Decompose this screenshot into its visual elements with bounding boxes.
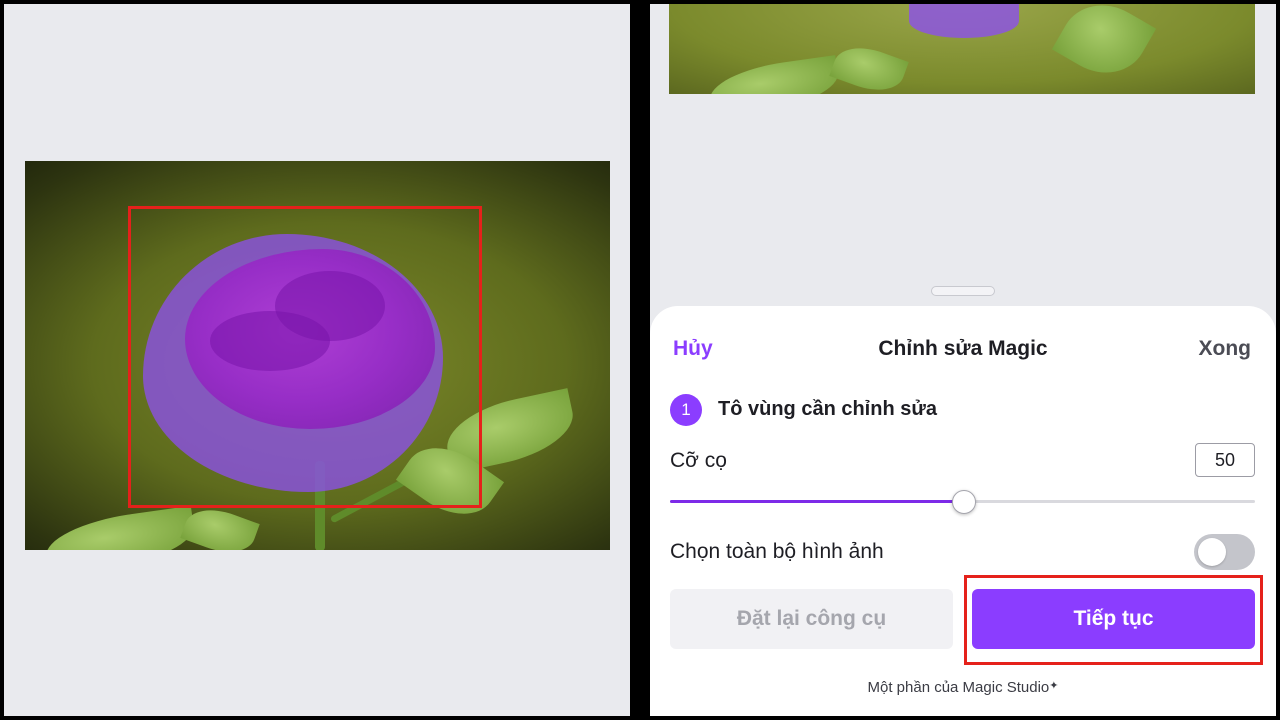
sheet-drag-handle[interactable] xyxy=(931,286,995,296)
leaf xyxy=(42,505,198,550)
leaf xyxy=(829,38,909,94)
footer-text: Một phần của Magic Studio xyxy=(867,679,1050,696)
left-screenshot-panel xyxy=(4,4,630,716)
brush-mask xyxy=(909,4,1019,38)
slider-thumb[interactable] xyxy=(951,490,976,514)
reset-tool-button[interactable]: Đặt lại công cụ xyxy=(670,589,953,649)
step-number-badge: 1 xyxy=(670,394,702,426)
highlight-box xyxy=(128,206,482,508)
footer-magic-studio[interactable]: Một phần của Magic Studio✦ xyxy=(650,679,1276,696)
brush-size-slider[interactable] xyxy=(670,490,1255,514)
stem xyxy=(669,4,677,74)
leaf xyxy=(706,55,842,94)
right-screenshot-panel: Hủy Chỉnh sửa Magic Xong 1 Tô vùng cần c… xyxy=(650,4,1276,716)
done-button[interactable]: Xong xyxy=(1199,337,1252,361)
sparkle-icon: ✦ xyxy=(1049,680,1059,692)
slider-fill xyxy=(670,500,963,503)
sheet-title: Chỉnh sửa Magic xyxy=(878,337,1048,360)
step-label: Tô vùng cần chỉnh sửa xyxy=(718,398,937,420)
toggle-knob xyxy=(1198,538,1226,566)
leaf xyxy=(1051,4,1157,90)
select-all-label: Chọn toàn bộ hình ảnh xyxy=(670,540,884,563)
select-all-toggle[interactable] xyxy=(1194,534,1255,570)
brush-size-label: Cỡ cọ xyxy=(670,449,727,472)
highlight-box xyxy=(964,575,1263,665)
brush-size-input[interactable]: 50 xyxy=(1195,443,1255,477)
rose-photo-preview xyxy=(669,4,1255,94)
